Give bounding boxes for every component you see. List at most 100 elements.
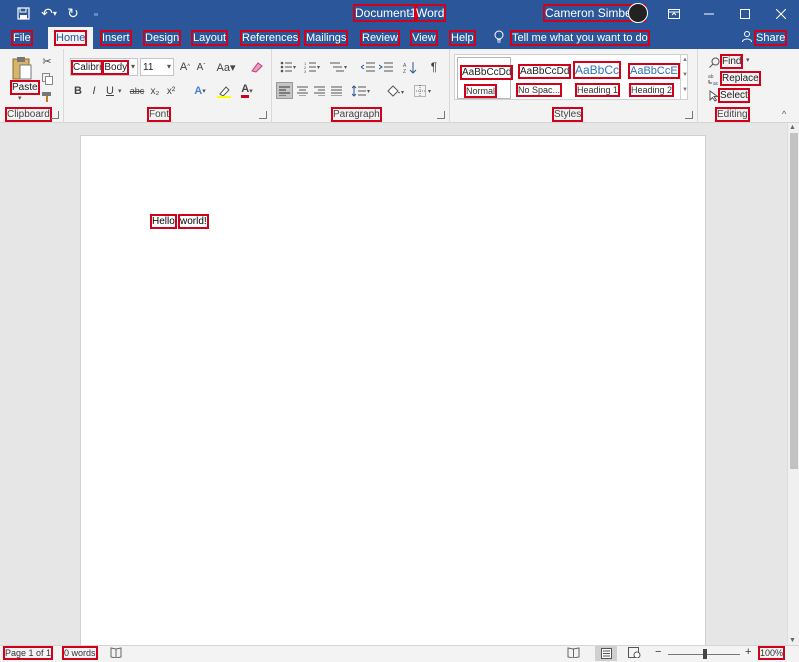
sort-icon[interactable]: AZ xyxy=(402,59,418,75)
paste-dropdown-icon[interactable]: ▾ xyxy=(18,94,22,102)
show-formatting-marks-icon[interactable]: ¶ xyxy=(426,59,442,75)
bold-button[interactable]: B xyxy=(70,83,86,99)
save-icon[interactable] xyxy=(13,4,33,22)
style-no-spacing[interactable]: AaBbCcDd No Spac... xyxy=(514,57,572,99)
scroll-thumb[interactable] xyxy=(790,133,798,469)
tab-insert[interactable]: Insert xyxy=(100,30,132,46)
font-name-combo[interactable]: Calibri Body ▾ xyxy=(70,58,138,76)
paste-icon[interactable] xyxy=(11,55,33,84)
styles-down-icon[interactable]: ▼ xyxy=(682,72,688,78)
numbering-icon[interactable]: 1 2 3 ▾ xyxy=(302,59,322,75)
cut-icon[interactable]: ✂ xyxy=(39,53,55,69)
maximize-icon[interactable] xyxy=(727,0,763,27)
title-separator: - xyxy=(409,6,413,20)
web-layout-icon[interactable] xyxy=(628,647,641,660)
font-name-dropdown-icon[interactable]: ▾ xyxy=(131,62,135,71)
styles-more-icon[interactable]: ▼ xyxy=(682,87,688,93)
ribbon-display-options-icon[interactable] xyxy=(656,0,692,27)
read-mode-icon[interactable] xyxy=(567,647,580,660)
clear-formatting-icon[interactable] xyxy=(248,59,264,75)
document-word[interactable]: world! xyxy=(178,214,209,229)
font-color-icon[interactable]: A ▾ xyxy=(236,83,258,99)
align-left-icon[interactable] xyxy=(276,82,293,99)
share-button[interactable]: Share xyxy=(742,30,788,46)
style-heading-2[interactable]: AaBbCcE Heading 2 xyxy=(627,57,680,99)
grow-font-icon[interactable]: A ^ xyxy=(177,59,193,75)
tell-me-text[interactable]: Tell me what you want to do xyxy=(510,30,650,46)
undo-icon[interactable]: ↶ ▾ xyxy=(37,4,61,22)
zoom-level[interactable]: 100% xyxy=(757,646,786,660)
borders-icon[interactable]: ▾ xyxy=(412,83,436,99)
justify-icon[interactable] xyxy=(328,83,344,99)
font-size-combo[interactable]: 11 ▾ xyxy=(140,58,174,76)
superscript-button[interactable]: x² xyxy=(163,83,179,99)
styles-up-icon[interactable]: ▲ xyxy=(682,57,688,63)
select-button[interactable]: Select xyxy=(718,88,750,103)
underline-button[interactable]: U xyxy=(102,83,118,99)
tab-review[interactable]: Review xyxy=(359,30,401,46)
shrink-font-icon[interactable]: Aˇ xyxy=(193,59,209,75)
strikethrough-button[interactable]: abc xyxy=(128,83,146,99)
highlight-icon[interactable] xyxy=(213,83,235,99)
tab-mailings[interactable]: Mailings xyxy=(303,30,349,46)
tab-help[interactable]: Help xyxy=(449,30,476,46)
page-count[interactable]: Page 1 of 1 xyxy=(2,646,54,660)
print-layout-icon[interactable] xyxy=(595,646,617,661)
multilevel-list-icon[interactable]: ▾ xyxy=(328,59,350,75)
decrease-indent-icon[interactable] xyxy=(360,59,376,75)
zoom-out-button[interactable]: − xyxy=(655,646,661,658)
replace-button[interactable]: Replace xyxy=(720,71,761,86)
styles-launcher-icon[interactable] xyxy=(685,111,693,119)
font-size-dropdown-icon[interactable]: ▾ xyxy=(167,62,171,71)
word-count[interactable]: 0 words xyxy=(62,646,98,660)
tab-references[interactable]: References xyxy=(239,30,301,46)
tab-file[interactable]: File xyxy=(11,30,33,46)
minimize-icon[interactable] xyxy=(691,0,727,27)
proofing-icon[interactable] xyxy=(110,647,122,660)
increase-indent-icon[interactable] xyxy=(378,59,394,75)
document-page[interactable]: Hello world! xyxy=(80,135,706,655)
paragraph-launcher-icon[interactable] xyxy=(437,111,445,119)
document-word[interactable]: Hello xyxy=(150,214,177,229)
scroll-down-icon[interactable]: ▼ xyxy=(789,637,796,644)
underline-dropdown-icon[interactable]: ▾ xyxy=(118,87,122,95)
clipboard-launcher-icon[interactable] xyxy=(51,111,59,119)
style-normal[interactable]: AaBbCcDd Normal xyxy=(457,57,514,99)
styles-scroll[interactable]: ▲ ▼ ▼ xyxy=(680,55,688,99)
styles-label: Styles xyxy=(551,107,584,122)
svg-text:▾: ▾ xyxy=(344,65,347,71)
shading-icon[interactable]: ▾ xyxy=(384,83,408,99)
subscript-button[interactable]: x₂ xyxy=(147,83,163,99)
format-painter-icon[interactable] xyxy=(39,89,55,105)
change-case-icon[interactable]: Aa▾ xyxy=(215,59,237,75)
italic-button[interactable]: I xyxy=(86,83,102,99)
scroll-up-icon[interactable]: ▲ xyxy=(789,124,796,131)
zoom-in-button[interactable]: + xyxy=(745,646,751,658)
redo-icon[interactable]: ↻ xyxy=(63,4,83,22)
tab-home[interactable]: Home xyxy=(48,27,94,49)
find-dropdown-icon[interactable]: ▾ xyxy=(746,56,750,64)
svg-text:ac: ac xyxy=(713,81,719,85)
paste-button[interactable]: Paste xyxy=(10,80,40,95)
styles-gallery: AaBbCcDd Normal AaBbCcDd No Spac... AaBb… xyxy=(454,54,688,100)
style-heading-1[interactable]: AaBbCc Heading 1 xyxy=(571,57,627,99)
tab-view[interactable]: View xyxy=(410,30,438,46)
line-spacing-icon[interactable]: ▾ xyxy=(350,83,374,99)
font-launcher-icon[interactable] xyxy=(259,111,267,119)
collapse-ribbon-icon[interactable]: ^ xyxy=(782,109,786,119)
tab-design[interactable]: Design xyxy=(142,30,182,46)
text-effects-icon[interactable]: A ▾ xyxy=(189,83,211,99)
align-right-icon[interactable] xyxy=(311,83,327,99)
bullets-icon[interactable]: ▾ xyxy=(278,59,298,75)
find-button[interactable]: Find xyxy=(719,54,744,69)
styles-group: AaBbCcDd Normal AaBbCcDd No Spac... AaBb… xyxy=(450,49,698,123)
align-center-icon[interactable] xyxy=(294,83,310,99)
copy-icon[interactable] xyxy=(39,71,55,87)
tab-layout[interactable]: Layout xyxy=(190,30,229,46)
avatar[interactable] xyxy=(628,3,648,23)
vertical-scrollbar[interactable]: ▲ ▼ xyxy=(787,123,799,645)
tell-me-box[interactable]: Tell me what you want to do xyxy=(494,30,650,46)
customize-quick-access-icon[interactable]: ₌ xyxy=(86,4,106,22)
zoom-slider-thumb[interactable] xyxy=(703,649,707,659)
close-icon[interactable] xyxy=(763,0,799,27)
